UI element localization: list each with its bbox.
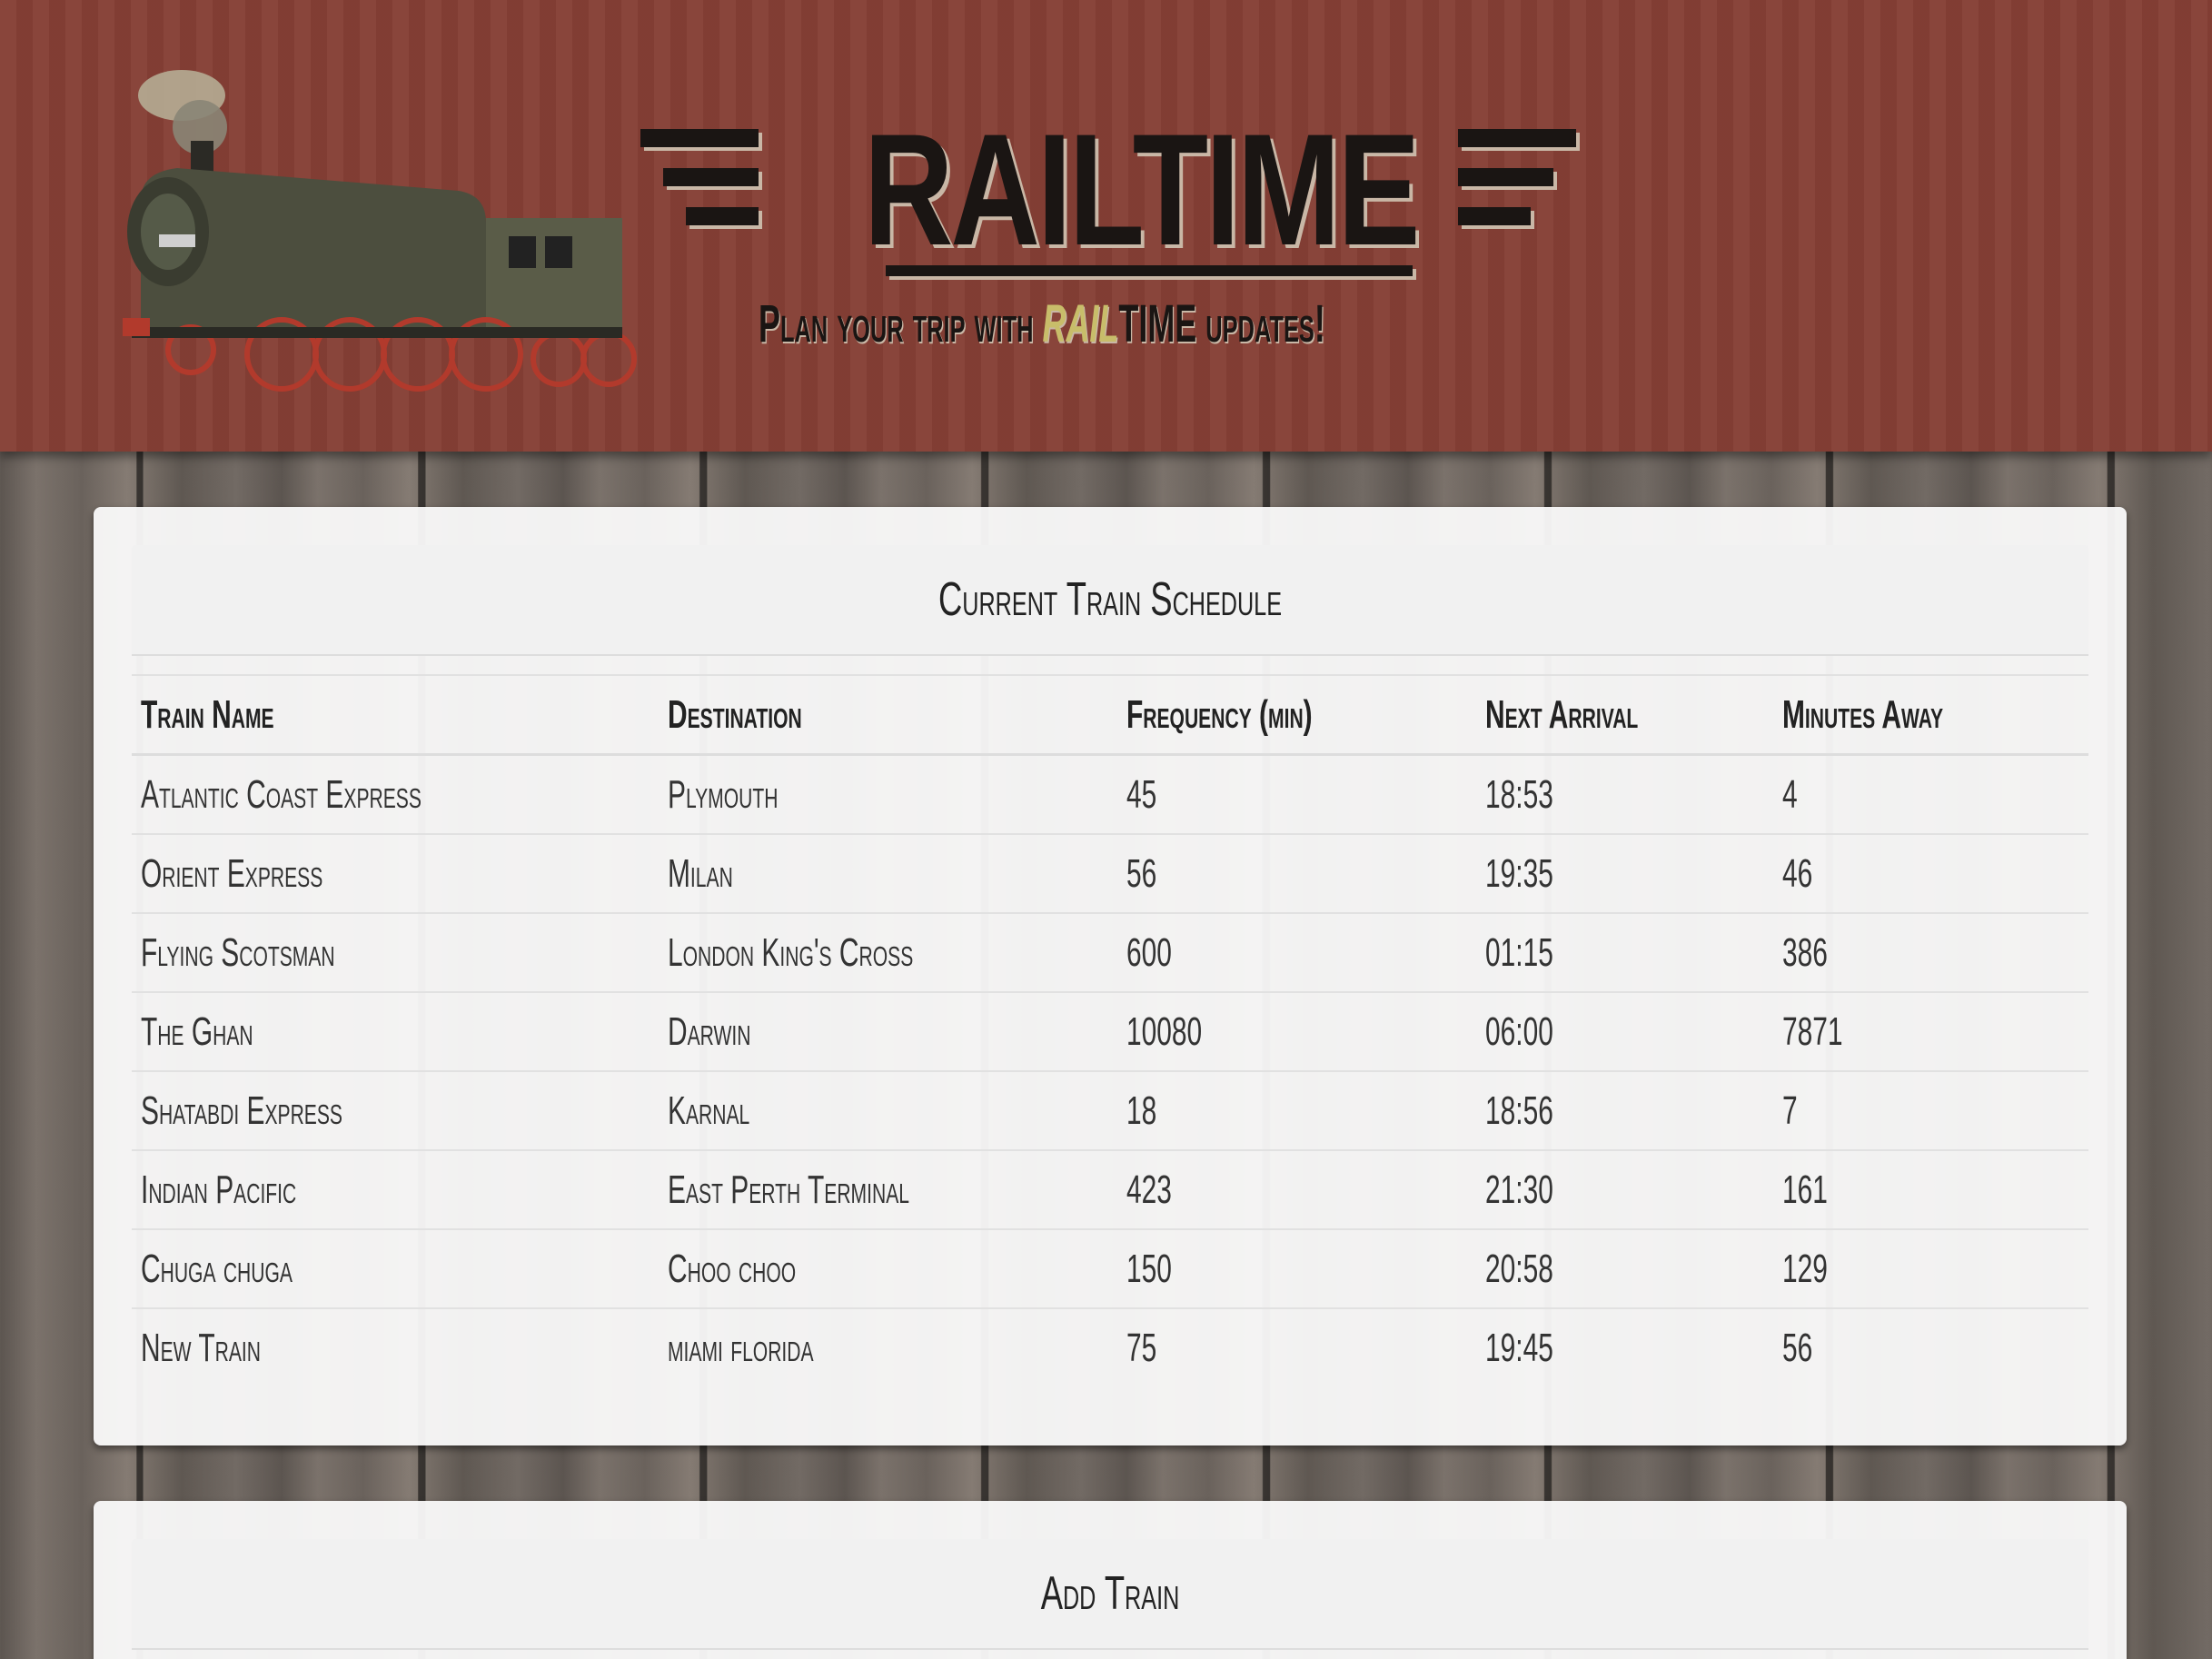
cell-frequency: 10080 (1117, 991, 1476, 1071)
column-header-frequency: Frequency (min) (1117, 674, 1476, 756)
column-header-destination: Destination (659, 674, 1117, 756)
table-row: Shatabdi Express Karnal 18 18:56 7 (132, 1070, 2088, 1150)
railtime-logo[interactable]: RAILTIME (640, 109, 1576, 291)
train-schedule-table: Train Name Destination Frequency (min) N… (132, 674, 2088, 1386)
cell-frequency: 600 (1117, 912, 1476, 992)
column-header-next-arrival: Next Arrival (1476, 674, 1773, 756)
cell-train-name: New Train (132, 1307, 659, 1386)
cell-next-arrival: 06:00 (1476, 991, 1773, 1071)
table-row: Indian Pacific East Perth Terminal 423 2… (132, 1149, 2088, 1229)
cell-train-name: Orient Express (132, 833, 659, 913)
cell-train-name: Shatabdi Express (132, 1070, 659, 1150)
cell-minutes-away: 4 (1773, 753, 2088, 834)
schedule-title: Current Train Schedule (938, 573, 1282, 626)
cell-destination: Choo choo (659, 1228, 1117, 1308)
schedule-panel: Current Train Schedule Train Name Destin… (94, 507, 2127, 1445)
cell-minutes-away: 129 (1773, 1228, 2088, 1308)
cell-frequency: 75 (1117, 1307, 1476, 1386)
column-header-train-name: Train Name (132, 674, 659, 756)
tagline-prefix: Plan your trip with (759, 294, 1043, 353)
cell-frequency: 56 (1117, 833, 1476, 913)
add-train-panel: Add Train (94, 1501, 2127, 1659)
cell-next-arrival: 19:35 (1476, 833, 1773, 913)
cell-destination: Plymouth (659, 753, 1117, 834)
steam-locomotive-image (123, 70, 637, 392)
cell-train-name: Flying Scotsman (132, 912, 659, 992)
cell-next-arrival: 21:30 (1476, 1149, 1773, 1229)
table-header-row: Train Name Destination Frequency (min) N… (132, 674, 2088, 756)
cell-minutes-away: 7871 (1773, 991, 2088, 1071)
table-row: New Train miami florida 75 19:45 56 (132, 1307, 2088, 1386)
table-row: Chuga chuga Choo choo 150 20:58 129 (132, 1228, 2088, 1308)
site-header: RAILTIME Plan your trip with RAILTIME up… (0, 0, 2212, 452)
logo-wings-left (640, 118, 777, 236)
cell-train-name: Chuga chuga (132, 1228, 659, 1308)
cell-frequency: 45 (1117, 753, 1476, 834)
cell-frequency: 150 (1117, 1228, 1476, 1308)
cell-minutes-away: 386 (1773, 912, 2088, 992)
cell-destination: Karnal (659, 1070, 1117, 1150)
cell-minutes-away: 161 (1773, 1149, 2088, 1229)
cell-next-arrival: 20:58 (1476, 1228, 1773, 1308)
cell-destination: East Perth Terminal (659, 1149, 1117, 1229)
cell-destination: Milan (659, 833, 1117, 913)
cell-minutes-away: 7 (1773, 1070, 2088, 1150)
tagline: Plan your trip with RAILTIME updates! (759, 293, 1325, 356)
cell-destination: miami florida (659, 1307, 1117, 1386)
cell-next-arrival: 19:45 (1476, 1307, 1773, 1386)
add-train-title: Add Train (1040, 1567, 1180, 1620)
table-row: Atlantic Coast Express Plymouth 45 18:53… (132, 753, 2088, 834)
column-header-minutes-away: Minutes Away (1773, 674, 2088, 756)
table-row: Orient Express Milan 56 19:35 46 (132, 833, 2088, 913)
schedule-panel-heading: Current Train Schedule (132, 545, 2088, 656)
logo-underline (886, 265, 1413, 276)
table-row: The Ghan Darwin 10080 06:00 7871 (132, 991, 2088, 1071)
cell-minutes-away: 56 (1773, 1307, 2088, 1386)
tagline-suffix: TIME updates! (1118, 294, 1325, 353)
cell-train-name: The Ghan (132, 991, 659, 1071)
tagline-brand-rail: RAIL (1042, 294, 1119, 353)
cell-train-name: Indian Pacific (132, 1149, 659, 1229)
cell-next-arrival: 01:15 (1476, 912, 1773, 992)
cell-next-arrival: 18:53 (1476, 753, 1773, 834)
cell-frequency: 18 (1117, 1070, 1476, 1150)
logo-wings-right (1440, 118, 1576, 236)
add-train-panel-heading: Add Train (132, 1539, 2088, 1650)
logo-text: RAILTIME (863, 102, 1421, 279)
cell-frequency: 423 (1117, 1149, 1476, 1229)
table-row: Flying Scotsman London King's Cross 600 … (132, 912, 2088, 992)
cell-next-arrival: 18:56 (1476, 1070, 1773, 1150)
cell-train-name: Atlantic Coast Express (132, 753, 659, 834)
cell-destination: Darwin (659, 991, 1117, 1071)
cell-destination: London King's Cross (659, 912, 1117, 992)
cell-minutes-away: 46 (1773, 833, 2088, 913)
